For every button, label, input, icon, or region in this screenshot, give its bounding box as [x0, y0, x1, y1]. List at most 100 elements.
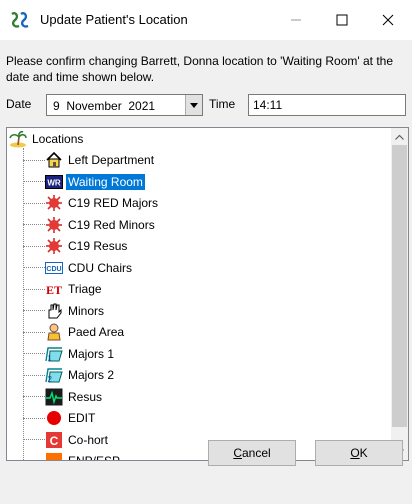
cdu-icon: CDU — [45, 259, 63, 277]
tree-item-label: C19 Resus — [68, 239, 128, 253]
ecg-icon — [45, 388, 63, 406]
tree-connector-branch — [23, 159, 45, 161]
scrollbar-thumb[interactable] — [392, 145, 407, 427]
tree-connector-branch — [23, 396, 45, 397]
tree-item-paed-area[interactable]: Paed Area — [45, 322, 126, 343]
tree-item-label: EDIT — [68, 411, 96, 425]
hand-icon — [45, 302, 63, 320]
tree-item-label: C19 RED Majors — [68, 196, 159, 210]
maximize-icon — [336, 14, 348, 26]
cancel-label-rest: ancel — [241, 446, 271, 460]
c-box-icon: C — [45, 431, 63, 449]
tree-item-majors-2[interactable]: 2 Majors 2 — [45, 365, 116, 386]
tree-connector-branch — [23, 202, 45, 204]
ok-button-label: OK — [350, 446, 367, 460]
svg-text:C: C — [50, 434, 59, 448]
tree-connector-line — [23, 148, 24, 460]
tree-item-label: Co-hort — [68, 432, 109, 447]
app-icon — [11, 12, 29, 28]
tree-item-label: Left Department — [68, 153, 155, 167]
tree-item-co-hort[interactable]: C Co-hort — [45, 429, 110, 450]
svg-text:1: 1 — [48, 354, 53, 363]
svg-text:ET: ET — [46, 283, 62, 297]
child-icon — [45, 323, 63, 341]
virus-icon — [45, 216, 63, 234]
bed-1-icon: 1 — [45, 345, 63, 363]
confirm-message: Please confirm changing Barrett, Donna l… — [6, 54, 394, 84]
chevron-down-icon — [190, 102, 198, 108]
minimize-icon — [291, 19, 301, 21]
chevron-up-icon — [395, 134, 404, 140]
ok-mnemonic: O — [350, 446, 360, 460]
virus-icon — [45, 194, 63, 212]
tree-item-c19-red-majors[interactable]: C19 RED Majors — [45, 193, 160, 214]
locations-tree[interactable]: Locations Left Department WR Waiting Room C… — [6, 127, 409, 461]
scroll-up-button[interactable] — [391, 128, 408, 145]
tree-item-label: Majors 1 — [68, 346, 115, 361]
tree-connector-branch — [23, 181, 45, 182]
maximize-button[interactable] — [319, 0, 365, 40]
tree-item-triage[interactable]: ET Triage — [45, 279, 104, 300]
tree-item-c19-red-minors[interactable]: C19 Red Minors — [45, 214, 157, 235]
tree-item-left-department[interactable]: Left Department — [45, 150, 156, 171]
tree-item-label: Minors — [68, 303, 105, 318]
svg-text:ENP: ENP — [48, 460, 60, 461]
svg-text:WR: WR — [47, 178, 61, 187]
ok-label-rest: K — [359, 446, 368, 460]
tree-root-label: Locations — [32, 131, 84, 146]
tree-item-c19-resus[interactable]: C19 Resus — [45, 236, 129, 257]
tree-connector-branch — [23, 461, 45, 462]
tree-connector-branch — [23, 267, 45, 268]
close-button[interactable] — [365, 0, 411, 40]
date-dropdown-button[interactable] — [185, 95, 202, 115]
close-icon — [382, 14, 394, 26]
tree-connector-branch — [23, 439, 45, 440]
tree-connector-branch — [23, 245, 45, 247]
tree-connector-branch — [23, 310, 45, 311]
bed-2-icon: 2 — [45, 366, 63, 384]
tree-connector-branch — [23, 224, 45, 225]
palm-tree-icon — [9, 130, 27, 147]
tree-item-label: ENP/ESP — [68, 454, 121, 461]
tree-connector-branch — [23, 353, 45, 354]
minimize-button[interactable] — [273, 0, 319, 40]
tree-item-minors[interactable]: Minors — [45, 300, 106, 321]
date-label: Date — [6, 97, 32, 111]
svg-text:2: 2 — [48, 375, 53, 384]
tree-item-waiting-room[interactable]: WR Waiting Room — [45, 171, 145, 192]
tree-connector-branch — [23, 288, 45, 290]
cancel-button-label: Cancel — [233, 446, 270, 460]
vertical-scrollbar[interactable] — [391, 128, 408, 460]
tree-item-label: Resus — [68, 389, 103, 404]
time-label: Time — [209, 97, 236, 111]
virus-icon — [45, 237, 63, 255]
cancel-mnemonic: C — [233, 446, 242, 460]
title-bar: Update Patient's Location — [0, 0, 412, 40]
tree-item-label: CDU Chairs — [68, 260, 133, 275]
tree-connector-branch — [23, 331, 45, 333]
et-icon: ET — [45, 280, 63, 298]
enp-icon: ENP — [45, 452, 63, 461]
red-dot-icon — [45, 409, 63, 427]
tree-item-majors-1[interactable]: 1 Majors 1 — [45, 343, 116, 364]
wr-icon: WR — [45, 173, 63, 191]
tree-connector-branch — [23, 417, 45, 419]
time-input[interactable] — [248, 94, 406, 116]
tree-item-enp-esp[interactable]: ENP ENP/ESP — [45, 451, 122, 461]
tree-item-resus[interactable]: Resus — [45, 386, 104, 407]
tree-item-label: C19 Red Minors — [68, 217, 155, 232]
window-title: Update Patient's Location — [40, 12, 188, 27]
tree-item-label: Majors 2 — [68, 368, 115, 382]
tree-item-label: Triage — [68, 282, 102, 296]
tree-connector-branch — [23, 374, 45, 376]
svg-text:CDU: CDU — [46, 266, 61, 273]
date-picker[interactable]: 9 November 2021 — [46, 94, 203, 116]
cancel-button[interactable]: Cancel — [208, 440, 296, 466]
tree-item-cdu-chairs[interactable]: CDU CDU Chairs — [45, 257, 134, 278]
tree-item-label: Paed Area — [68, 325, 125, 339]
house-icon — [45, 151, 63, 169]
date-value: 9 November 2021 — [53, 99, 156, 113]
tree-item-edit[interactable]: EDIT — [45, 408, 97, 429]
tree-root-locations[interactable]: Locations — [9, 128, 85, 149]
ok-button[interactable]: OK — [315, 440, 403, 466]
